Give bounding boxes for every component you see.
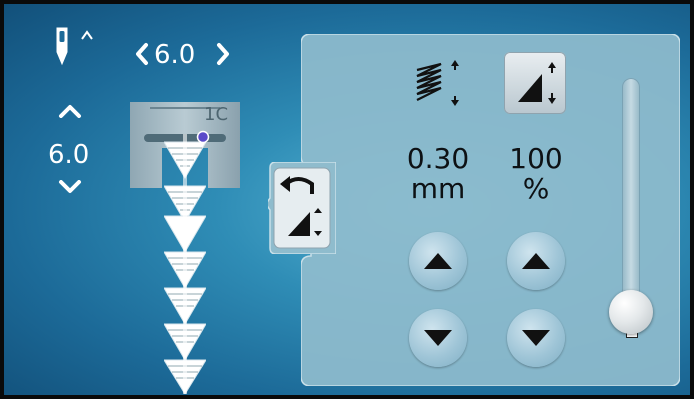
needle-point-dot bbox=[196, 130, 210, 144]
stitch-density-value: 0.30 bbox=[406, 142, 470, 175]
presser-foot-label: 1C bbox=[204, 104, 229, 125]
width-increase-icon[interactable] bbox=[215, 42, 231, 66]
length-decrease-button[interactable] bbox=[507, 309, 565, 367]
triangle-down-icon bbox=[424, 330, 452, 346]
width-decrease-icon[interactable] bbox=[134, 42, 150, 66]
stitch-length-readout: 100 % bbox=[494, 144, 578, 204]
stitch-density-unit: mm bbox=[410, 172, 466, 205]
stitch-density-icon[interactable] bbox=[407, 52, 469, 114]
needle-position-value: 6.0 bbox=[48, 140, 90, 170]
stitch-density-readout: 0.30 mm bbox=[396, 144, 480, 204]
stitch-length-value: 100 bbox=[509, 142, 563, 175]
needle-position-down-icon[interactable] bbox=[58, 180, 82, 194]
triangle-down-icon bbox=[522, 330, 550, 346]
length-increase-button[interactable] bbox=[507, 232, 565, 290]
triangle-up-icon bbox=[424, 253, 452, 269]
needle-position-up-icon[interactable] bbox=[58, 104, 82, 118]
density-decrease-button[interactable] bbox=[409, 309, 467, 367]
stitch-length-unit: % bbox=[522, 172, 550, 205]
needle-up-icon bbox=[81, 30, 93, 40]
stitch-length-icon[interactable] bbox=[504, 52, 566, 114]
density-increase-button[interactable] bbox=[409, 232, 467, 290]
speed-slider-knob[interactable] bbox=[609, 290, 653, 334]
stitch-preview bbox=[164, 134, 206, 394]
sewing-machine-screen: 6.0 6.0 1C 0.30 mm 100 % bbox=[0, 0, 694, 399]
triangle-up-icon bbox=[522, 253, 550, 269]
stitch-width-value: 6.0 bbox=[154, 40, 196, 70]
reset-stitch-length-button[interactable] bbox=[268, 162, 336, 254]
